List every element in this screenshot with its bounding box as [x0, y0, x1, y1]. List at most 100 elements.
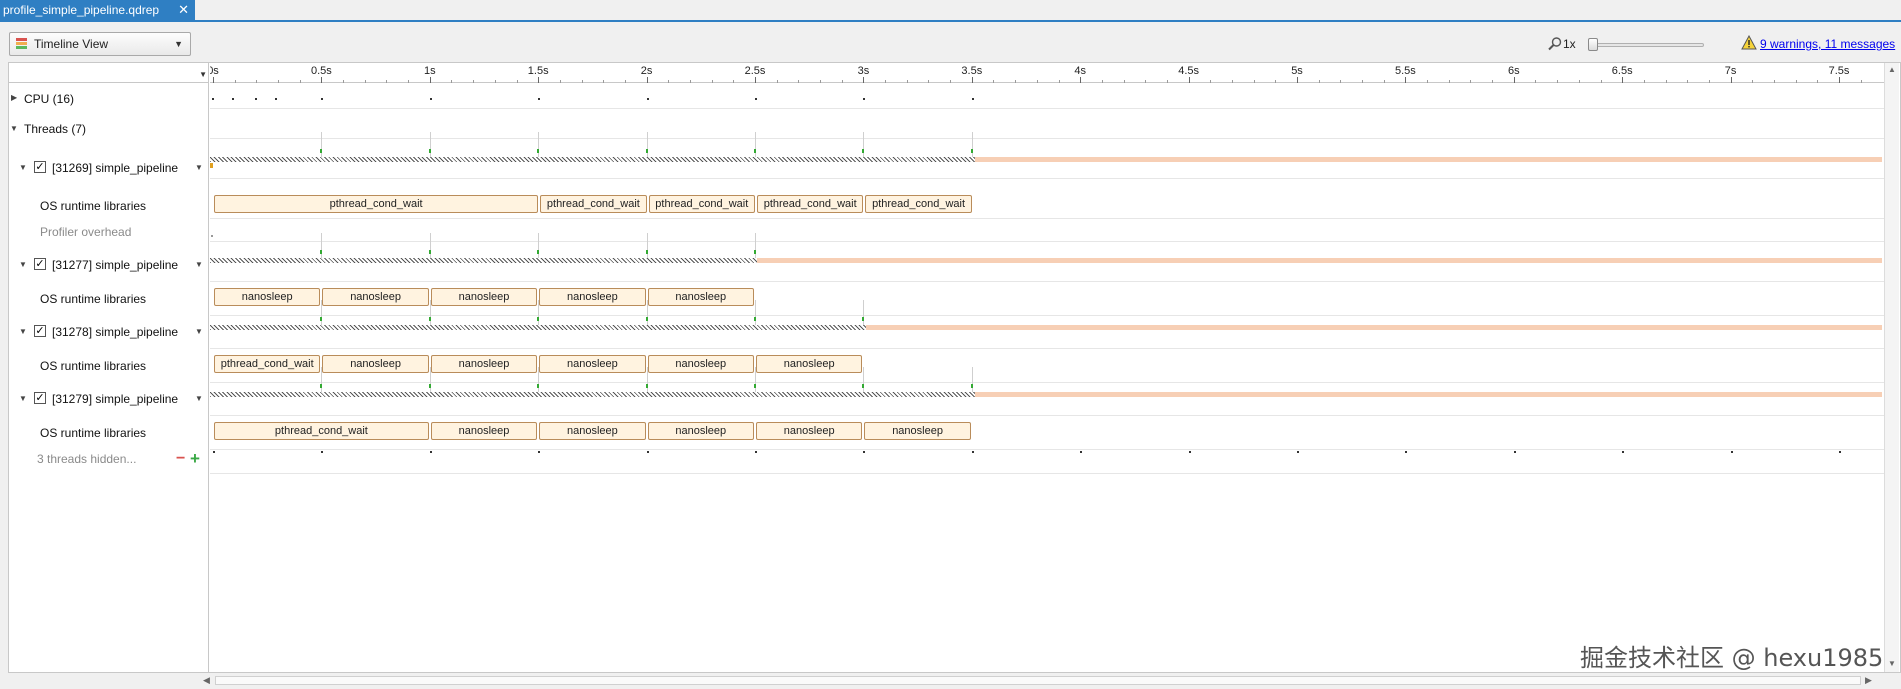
horizontal-scrollbar[interactable]: ◀ ▶ — [201, 673, 1875, 689]
ruler-minor-tick — [1708, 80, 1710, 83]
chevron-down-icon[interactable]: ▼ — [10, 124, 18, 133]
close-icon[interactable]: ✕ — [178, 0, 189, 20]
document-tab[interactable]: profile_simple_pipeline.qdrep ✕ — [0, 0, 195, 20]
cpu-activity-mark — [538, 98, 541, 100]
chevron-down-icon[interactable]: ▼ — [19, 260, 27, 269]
zoom-slider-track — [1590, 43, 1704, 47]
api-call-nanosleep[interactable]: nanosleep — [539, 355, 646, 373]
thread-activity-mark — [1839, 451, 1841, 453]
api-call-pthread-cond-wait[interactable]: pthread_cond_wait — [648, 195, 755, 213]
thread-sample-mark — [645, 149, 648, 153]
thread-checkbox[interactable]: ✓ — [34, 258, 46, 270]
scroll-left-icon[interactable]: ◀ — [203, 675, 210, 686]
cpu-activity-mark — [275, 98, 277, 100]
thread-segment-line — [971, 132, 973, 157]
ruler-tick-label: 5s — [1291, 65, 1303, 77]
row-separator — [210, 218, 1884, 219]
thread-checkbox[interactable]: ✓ — [34, 161, 46, 173]
chevron-down-icon[interactable]: ▼ — [195, 394, 203, 403]
tree-item-profiler-overhead[interactable]: Profiler overhead — [9, 224, 209, 240]
thread-activity-mark — [1622, 451, 1625, 453]
tree-item-threads[interactable]: ▼ Threads (7) — [9, 121, 209, 137]
scroll-up-icon[interactable]: ▲ — [1888, 65, 1896, 74]
ruler-minor-tick — [603, 80, 605, 83]
chevron-right-icon[interactable]: ▶ — [11, 93, 17, 102]
tree-item-cpu[interactable]: ▶ CPU (16) — [9, 91, 209, 107]
thread-activity-mark — [863, 451, 866, 453]
api-call-nanosleep[interactable]: nanosleep — [647, 422, 754, 440]
chevron-down-icon[interactable]: ▼ — [195, 163, 203, 172]
api-call-nanosleep[interactable]: nanosleep — [864, 422, 971, 440]
api-call-nanosleep[interactable]: nanosleep — [647, 355, 754, 373]
ruler-minor-tick — [256, 80, 258, 83]
ruler-minor-tick — [1058, 80, 1060, 83]
api-call-nanosleep[interactable]: nanosleep — [430, 288, 538, 306]
ruler-tick-label: 3s — [857, 65, 870, 77]
ruler-minor-tick — [798, 80, 800, 83]
ruler-minor-tick — [386, 80, 388, 83]
view-select[interactable]: Timeline View ▼ — [9, 32, 191, 56]
api-call-pthread-cond-wait[interactable]: pthread_cond_wait — [540, 195, 647, 213]
tree-item-os-runtime[interactable]: OS runtime libraries — [9, 425, 209, 441]
timeline-view-panel: ▼ ▶ CPU (16) ▼ Threads (7) ▼ ✓ [31269] s… — [8, 62, 1901, 673]
thread-checkbox[interactable]: ✓ — [34, 392, 46, 404]
timeline-canvas[interactable]: 0s 0.5s 1s 1.5s 2s 2.5s 3s 3.5s 4s 4.5s 5s 5.5s 6s 6.… — [210, 63, 1884, 672]
tree-item-label: CPU (16) — [24, 92, 75, 106]
ruler-minor-tick — [1036, 80, 1038, 83]
tree-item-thread[interactable]: ▼ ✓ [31279] simple_pipeline ▼ — [9, 391, 209, 407]
zoom-slider[interactable] — [1588, 38, 1706, 52]
plus-icon[interactable]: + — [190, 449, 200, 469]
api-call-pthread-cond-wait[interactable]: pthread_cond_wait — [865, 195, 972, 213]
ruler-major-tick — [863, 77, 865, 83]
ruler-minor-tick — [711, 80, 713, 83]
zoom-slider-thumb[interactable] — [1588, 38, 1598, 51]
api-call-pthread-cond-wait[interactable]: pthread_cond_wait — [757, 195, 864, 213]
ruler-minor-tick — [1643, 80, 1645, 83]
scroll-down-icon[interactable]: ▼ — [1888, 659, 1896, 668]
ruler-minor-tick — [1557, 80, 1559, 83]
chevron-down-icon[interactable]: ▼ — [19, 394, 27, 403]
thread-state-hatch — [210, 157, 975, 162]
minus-icon[interactable]: − — [176, 450, 185, 468]
ruler-minor-tick — [1817, 80, 1819, 83]
ruler-corner-icon[interactable]: ▼ — [199, 70, 207, 79]
scroll-right-icon[interactable]: ▶ — [1865, 675, 1872, 686]
warnings-link[interactable]: 9 warnings, 11 messages — [1760, 37, 1895, 51]
api-call-nanosleep[interactable]: nanosleep — [322, 355, 429, 373]
thread-segment-line — [863, 132, 865, 157]
cpu-activity-mark — [232, 98, 234, 100]
ruler-minor-tick — [299, 80, 301, 83]
chevron-down-icon[interactable]: ▼ — [19, 327, 27, 336]
api-call-nanosleep[interactable]: nanosleep — [322, 288, 429, 306]
chevron-down-icon[interactable]: ▼ — [195, 327, 203, 336]
profiler-overhead-mark — [211, 235, 213, 237]
tree-item-thread[interactable]: ▼ ✓ [31269] simple_pipeline ▼ — [9, 160, 209, 176]
chevron-down-icon[interactable]: ▼ — [19, 163, 27, 172]
tree-item-os-runtime[interactable]: OS runtime libraries — [9, 291, 209, 307]
api-call-pthread-cond-wait[interactable]: pthread_cond_wait — [214, 195, 539, 213]
zoom-icon[interactable] — [1547, 36, 1563, 52]
tree-item-os-runtime[interactable]: OS runtime libraries — [9, 358, 209, 374]
tree-item-os-runtime[interactable]: OS runtime libraries — [9, 198, 209, 214]
timeline-view-icon — [16, 38, 27, 50]
ruler-minor-tick — [343, 80, 345, 83]
thread-utilization-bar — [757, 258, 1882, 263]
api-call-pthread-cond-wait[interactable]: pthread_cond_wait — [214, 422, 429, 440]
tree-item-thread[interactable]: ▼ ✓ [31277] simple_pipeline ▼ — [9, 257, 209, 273]
api-call-nanosleep[interactable]: nanosleep — [539, 288, 646, 306]
api-call-nanosleep[interactable]: nanosleep — [756, 355, 863, 373]
api-call-pthread-cond-wait[interactable]: pthread_cond_wait — [214, 355, 321, 373]
api-call-nanosleep[interactable]: nanosleep — [430, 355, 538, 373]
horizontal-scrollbar-track[interactable] — [215, 676, 1861, 685]
api-call-nanosleep[interactable]: nanosleep — [539, 422, 646, 440]
ruler-tick-label: 6.5s — [1611, 65, 1633, 77]
tree-item-thread[interactable]: ▼ ✓ [31278] simple_pipeline ▼ — [9, 324, 209, 340]
api-call-nanosleep[interactable]: nanosleep — [756, 422, 863, 440]
chevron-down-icon[interactable]: ▼ — [195, 260, 203, 269]
api-call-nanosleep[interactable]: nanosleep — [214, 288, 321, 306]
vertical-scrollbar[interactable]: ▲ ▼ — [1884, 63, 1899, 672]
api-call-nanosleep[interactable]: nanosleep — [647, 288, 754, 306]
ruler-minor-tick — [516, 80, 518, 83]
thread-checkbox[interactable]: ✓ — [34, 325, 46, 337]
api-call-nanosleep[interactable]: nanosleep — [430, 422, 538, 440]
